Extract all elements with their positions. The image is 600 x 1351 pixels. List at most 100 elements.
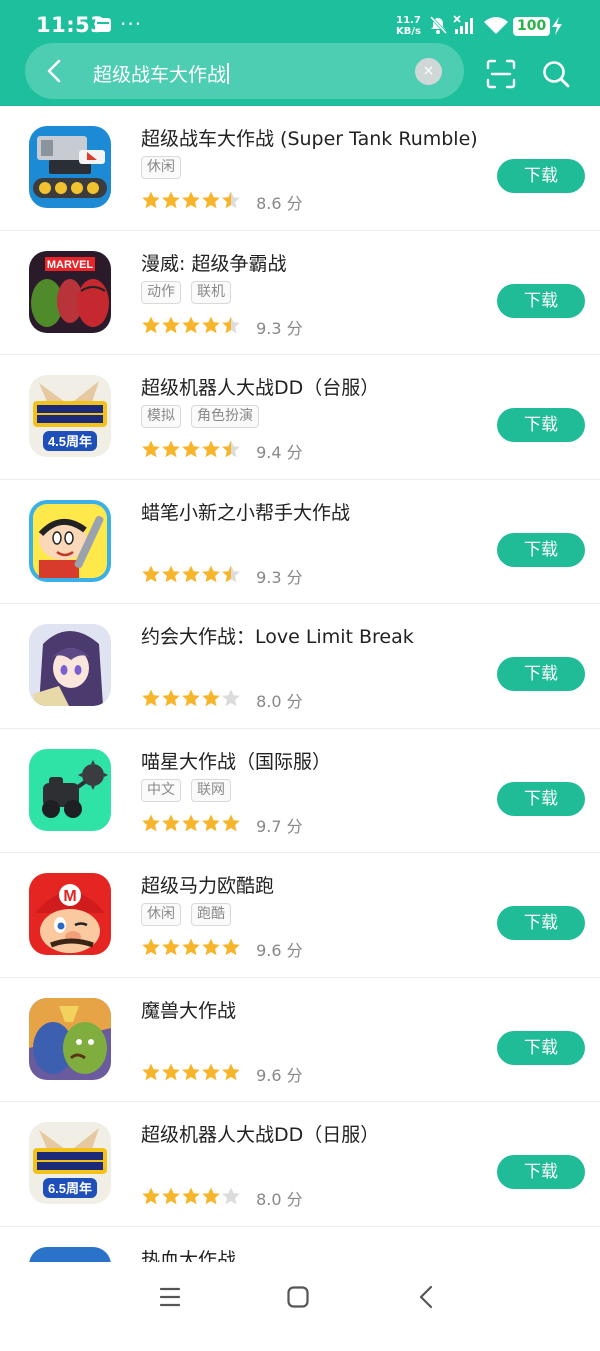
- star-icon: [202, 192, 220, 209]
- star-rating: [141, 315, 241, 339]
- download-button[interactable]: 下载: [497, 657, 585, 691]
- app-name: 喵星大作战（国际服）: [141, 747, 331, 774]
- stars-graphic: [141, 564, 241, 584]
- star-icon: [142, 814, 160, 831]
- marvel-contest-icon: MARVEL: [29, 251, 111, 333]
- download-button[interactable]: 下载: [497, 1155, 585, 1189]
- search-results-list: 超级战车大作战 (Super Tank Rumble) 休闲 8.6 分 下载 …: [0, 106, 600, 1351]
- app-score: 8.0 分: [256, 688, 303, 712]
- mute-icon: [428, 15, 448, 35]
- list-item[interactable]: 约会大作战：Love Limit Break 8.0 分 下载: [0, 604, 600, 729]
- app-score: 9.7 分: [256, 813, 303, 837]
- recent-apps-icon[interactable]: [158, 1285, 182, 1309]
- app-tag: 联网: [191, 779, 231, 802]
- app-tag: 动作: [141, 281, 181, 304]
- stars-graphic: [141, 688, 241, 708]
- app-score: 8.6 分: [256, 190, 303, 214]
- star-icon: [182, 316, 200, 333]
- signal-none-icon: [453, 15, 475, 35]
- star-rating: [141, 937, 241, 961]
- app-score: 9.3 分: [256, 564, 303, 588]
- back-icon[interactable]: [414, 1284, 440, 1310]
- back-arrow-icon[interactable]: [42, 58, 68, 84]
- network-speed-unit: KB/s: [396, 26, 421, 37]
- star-icon: [222, 565, 240, 582]
- app-score: 9.6 分: [256, 1062, 303, 1086]
- star-icon: [162, 1063, 180, 1080]
- star-rating: [141, 1062, 241, 1086]
- star-icon: [142, 1188, 160, 1205]
- app-name: 超级马力欧酷跑: [141, 871, 274, 898]
- list-item[interactable]: 4.5周年 超级机器人大战DD（台服） 模拟角色扮演 9.4 分 下载: [0, 355, 600, 480]
- app-tag: 中文: [141, 779, 181, 802]
- star-icon: [222, 939, 240, 956]
- star-icon: [162, 1188, 180, 1205]
- app-tag: 联机: [191, 281, 231, 304]
- search-icon[interactable]: [541, 59, 571, 89]
- app-name: 约会大作战：Love Limit Break: [141, 622, 414, 649]
- star-icon: [162, 690, 180, 707]
- star-icon: [182, 690, 200, 707]
- app-score: 9.6 分: [256, 937, 303, 961]
- download-button[interactable]: 下载: [497, 533, 585, 567]
- download-button[interactable]: 下载: [497, 782, 585, 816]
- star-icon: [202, 939, 220, 956]
- app-rating: 9.3 分: [141, 564, 303, 586]
- stars-graphic: [141, 190, 241, 210]
- app-name: 魔兽大作战: [141, 996, 236, 1023]
- search-input[interactable]: 超级战车大作战: [93, 60, 229, 87]
- scan-icon[interactable]: [485, 58, 517, 90]
- list-item[interactable]: 蜡笔小新之小帮手大作战 9.3 分 下载: [0, 480, 600, 605]
- star-icon: [162, 441, 180, 458]
- star-icon: [222, 690, 240, 707]
- star-icon: [182, 814, 200, 831]
- app-rating: 9.6 分: [141, 1062, 303, 1084]
- app-score: 9.4 分: [256, 439, 303, 463]
- search-query: 超级战车大作战: [93, 64, 226, 86]
- crayon-shinchan-icon: [29, 500, 111, 582]
- star-rating: [141, 688, 241, 712]
- download-button[interactable]: 下载: [497, 1031, 585, 1065]
- more-notifications-icon: ···: [120, 12, 142, 36]
- list-item[interactable]: 魔兽大作战 9.6 分 下载: [0, 978, 600, 1103]
- star-icon: [182, 441, 200, 458]
- star-icon: [182, 939, 200, 956]
- list-item[interactable]: MARVEL 漫威: 超级争霸战 动作联机 9.3 分 下载: [0, 231, 600, 356]
- download-button[interactable]: 下载: [497, 408, 585, 442]
- stars-graphic: [141, 813, 241, 833]
- app-score: 8.0 分: [256, 1186, 303, 1210]
- star-icon: [162, 814, 180, 831]
- app-name: 超级战车大作战 (Super Tank Rumble): [141, 124, 478, 151]
- date-a-live-icon: [29, 624, 111, 706]
- search-box[interactable]: [25, 43, 464, 99]
- app-tags: 模拟角色扮演: [141, 405, 269, 428]
- clear-search-button[interactable]: ×: [415, 58, 442, 85]
- app-tags: 休闲: [141, 156, 191, 179]
- list-item[interactable]: 6.5周年 超级机器人大战DD（日服） 8.0 分 下载: [0, 1102, 600, 1227]
- anniversary-badge: 4.5周年: [48, 434, 92, 449]
- download-button[interactable]: 下载: [497, 159, 585, 193]
- star-rating: [141, 439, 241, 463]
- star-icon: [162, 939, 180, 956]
- home-icon[interactable]: [286, 1285, 310, 1309]
- svg-text:M: M: [63, 888, 76, 905]
- list-item[interactable]: M 超级马力欧酷跑 休闲跑酷 9.6 分 下载: [0, 853, 600, 978]
- battery-level: 100: [513, 17, 550, 36]
- app-tags: 中文联网: [141, 779, 241, 802]
- app-tag: 跑酷: [191, 903, 231, 926]
- app-tag: 模拟: [141, 405, 181, 428]
- star-icon: [202, 1063, 220, 1080]
- stars-graphic: [141, 1062, 241, 1082]
- download-button[interactable]: 下载: [497, 906, 585, 940]
- app-rating: 9.3 分: [141, 315, 303, 337]
- wifi-icon: [482, 16, 510, 36]
- srw-dd-jp-icon: 6.5周年: [29, 1122, 111, 1204]
- cats-clash-icon: [29, 749, 111, 831]
- stars-graphic: [141, 315, 241, 335]
- star-icon: [202, 690, 220, 707]
- list-item[interactable]: 超级战车大作战 (Super Tank Rumble) 休闲 8.6 分 下载: [0, 106, 600, 231]
- list-item[interactable]: 喵星大作战（国际服） 中文联网 9.7 分 下载: [0, 729, 600, 854]
- download-button[interactable]: 下载: [497, 284, 585, 318]
- app-tag: 休闲: [141, 903, 181, 926]
- star-icon: [142, 1063, 160, 1080]
